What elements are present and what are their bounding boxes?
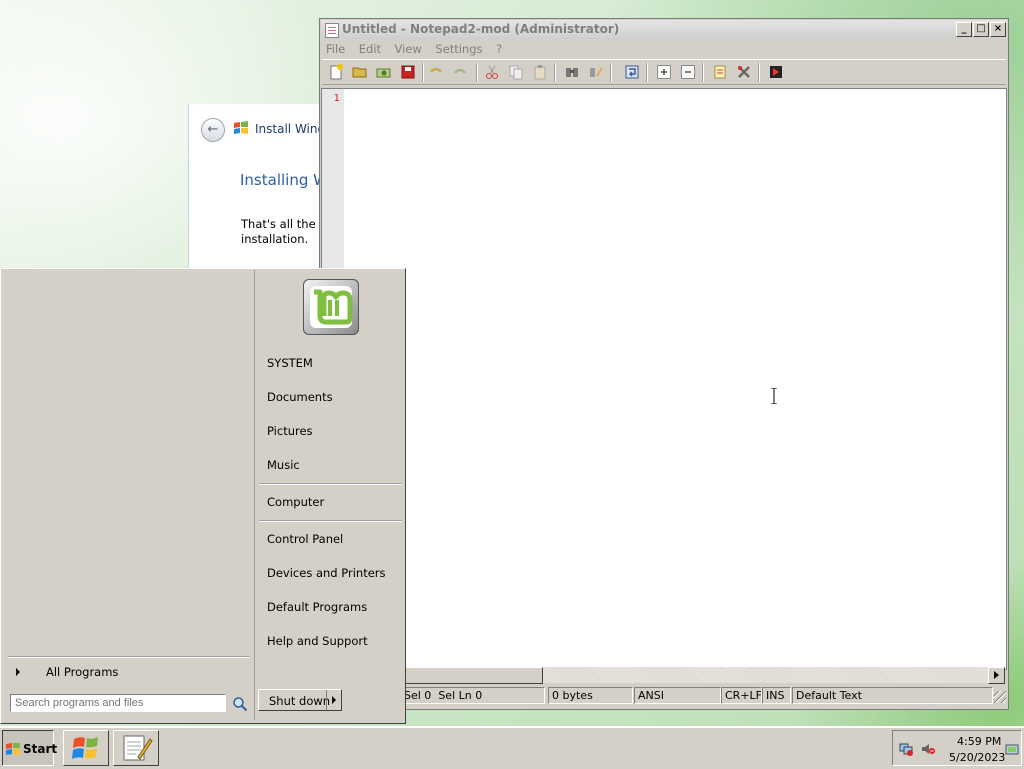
notepad-app-icon [325,23,339,38]
status-sel: Sel 0 [404,689,432,702]
toolbar-separator [554,63,555,82]
redo-icon[interactable] [452,64,468,80]
text-editor[interactable]: 1 [321,88,1007,670]
volume-muted-icon[interactable] [921,742,935,756]
status-encoding[interactable]: ANSI [634,687,721,704]
taskbar: Start 4:59 PM 5/20/2023 [0,726,1024,769]
copy-icon[interactable] [508,64,524,80]
start-menu-programs-pane: All Programs [2,270,255,720]
notepad-icon [123,735,153,761]
clock-time[interactable]: 4:59 PM [957,735,1001,748]
status-bytes: 0 bytes [548,687,633,704]
start-item-system[interactable]: SYSTEM [267,356,313,370]
scheme-icon[interactable] [712,64,728,80]
scroll-right-arrow-icon[interactable] [988,667,1005,684]
all-programs-button[interactable]: All Programs [10,663,250,681]
show-desktop-icon[interactable] [1005,742,1019,756]
installer-heading: Installing W [240,171,328,189]
menu-file[interactable]: File [322,40,349,58]
start-menu-places-pane: SYSTEM Documents Pictures Music Computer… [255,270,404,720]
start-item-documents[interactable]: Documents [267,390,333,404]
zoom-in-icon[interactable] [656,64,672,80]
start-item-help-support[interactable]: Help and Support [267,634,368,648]
menu-bar: File Edit View Settings ? [320,40,1008,58]
shutdown-label: Shut down [269,694,331,708]
windows-logo-icon [234,121,248,134]
status-scheme[interactable]: Default Text [792,687,993,704]
exit-icon[interactable] [768,64,784,80]
toolbar-separator [476,63,477,82]
toolbar-separator [646,63,647,82]
start-menu: All Programs SYSTEM Documents Pictures M… [0,268,406,724]
zoom-out-icon[interactable] [680,64,696,80]
linux-mint-logo-icon [310,286,353,328]
taskbar-windows-setup-button[interactable] [63,730,109,766]
maximize-button[interactable]: □ [973,22,989,37]
menu-help[interactable]: ? [492,40,506,58]
new-icon[interactable] [328,64,344,80]
replace-icon[interactable] [588,64,604,80]
start-item-computer[interactable]: Computer [267,495,324,509]
divider [259,483,402,484]
status-mode: INS [762,687,791,704]
system-tray: 4:59 PM 5/20/2023 [892,730,1022,766]
all-programs-label: All Programs [46,665,119,679]
start-button[interactable]: Start [2,730,58,766]
start-item-default-programs[interactable]: Default Programs [267,600,367,614]
start-label: Start [23,742,58,756]
toolbar-separator [758,63,759,82]
toolbar-separator [422,63,423,82]
start-item-control-panel[interactable]: Control Panel [267,532,343,546]
installer-window: ← Install Wind Installing W That's all t… [188,104,329,274]
status-eol[interactable]: CR+LF [721,687,762,704]
wordwrap-icon[interactable] [624,64,640,80]
window-title: Untitled - Notepad2-mod (Administrator) [342,22,620,36]
resize-grip[interactable] [994,691,1006,703]
menu-edit[interactable]: Edit [355,40,385,58]
status-selection: Sel 0 Sel Ln 0 [400,687,545,704]
horizontal-scrollbar[interactable] [321,667,1005,684]
installer-title: Install Wind [255,122,326,136]
divider [8,656,250,657]
back-button[interactable]: ← [201,118,225,142]
toolbar [322,59,1006,85]
search-icon[interactable] [232,696,248,712]
undo-icon[interactable] [428,64,444,80]
search-input[interactable] [10,694,226,712]
minimize-button[interactable]: _ [956,22,972,37]
close-button[interactable]: × [990,22,1006,37]
start-item-music[interactable]: Music [267,458,300,472]
user-picture-avatar[interactable] [303,279,359,335]
taskbar-notepad-button[interactable] [113,730,159,766]
start-item-pictures[interactable]: Pictures [267,424,313,438]
find-icon[interactable] [564,64,580,80]
status-sel-ln: Sel Ln 0 [438,689,483,702]
windows-setup-icon [72,737,98,759]
chevron-right-icon [16,668,20,676]
notepad-titlebar[interactable]: Untitled - Notepad2-mod (Administrator) … [321,20,1007,39]
save-icon[interactable] [400,64,416,80]
divider [259,520,402,521]
menu-view[interactable]: View [391,40,426,58]
start-item-devices-printers[interactable]: Devices and Printers [267,566,386,580]
settings-icon[interactable] [736,64,752,80]
status-bar: Sel 0 Sel Ln 0 0 bytes ANSI CR+LF INS De… [320,685,1008,705]
notepad-window: Untitled - Notepad2-mod (Administrator) … [319,18,1009,710]
shutdown-button[interactable]: Shut down [258,689,342,711]
cut-icon[interactable] [484,64,500,80]
paste-icon[interactable] [532,64,548,80]
windows-logo-icon [6,743,20,755]
network-icon[interactable] [899,742,913,756]
toolbar-separator [610,63,611,82]
shutdown-options-arrow-icon[interactable] [326,690,341,710]
line-number: 1 [333,93,340,104]
clock-date[interactable]: 5/20/2023 [949,751,1005,764]
text-cursor-icon [771,388,777,404]
menu-settings[interactable]: Settings [431,40,486,58]
browse-icon[interactable] [376,64,392,80]
open-icon[interactable] [352,64,368,80]
toolbar-separator [702,63,703,82]
